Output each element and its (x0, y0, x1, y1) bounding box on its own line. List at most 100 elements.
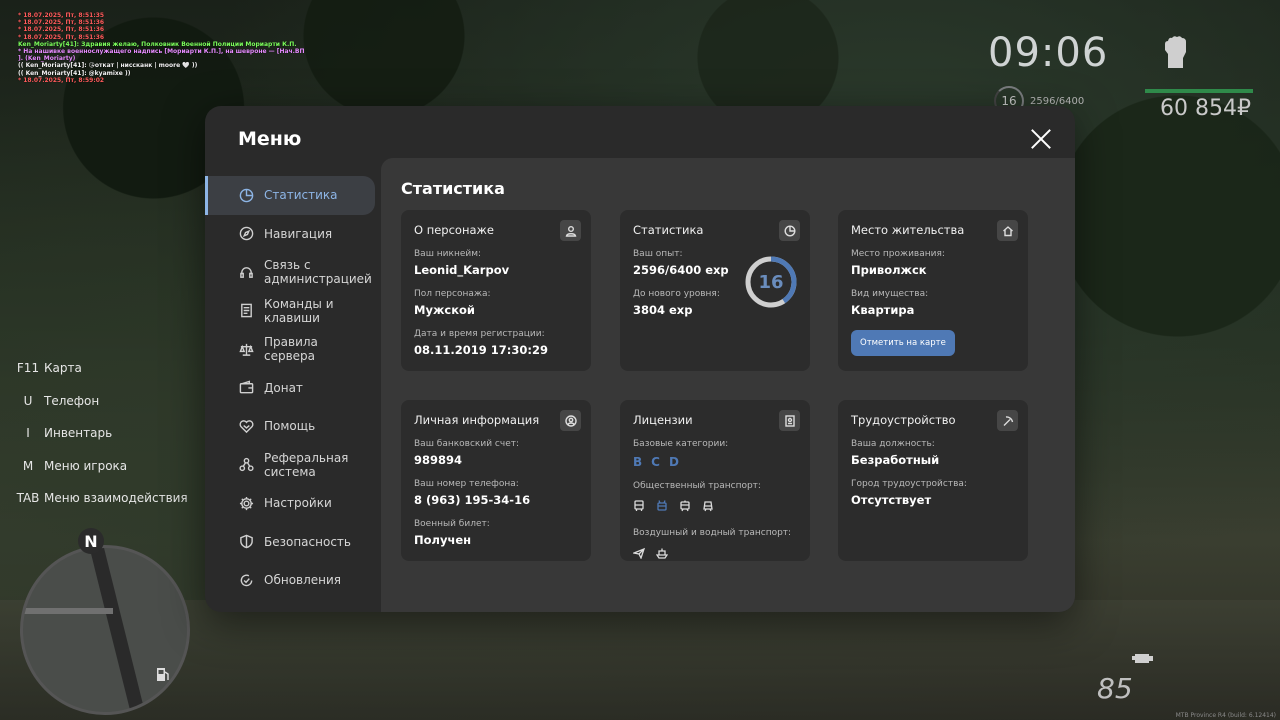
sidebar-item-commands[interactable]: Команды и клавиши (205, 292, 380, 331)
card-title: О персонаже (414, 223, 494, 237)
card-residence: Место жительства Место проживания: Приво… (838, 210, 1028, 371)
keybind-action: Инвентарь (44, 426, 113, 441)
id-badge-icon (779, 410, 800, 431)
headset-icon (238, 264, 254, 280)
key-label: I (26, 426, 30, 441)
chat-line: * 18.07.2025, Пт, 8:51:36 (18, 26, 105, 34)
sidebar-item-navigation[interactable]: Навигация (205, 215, 380, 254)
field-label: Дата и время регистрации: (414, 329, 545, 339)
military-id-value: Получен (414, 533, 472, 547)
card-title: Статистика (633, 223, 704, 237)
speedometer: 85 (1097, 672, 1133, 705)
field-label: Пол персонажа: (414, 289, 491, 299)
handshake-icon (238, 418, 254, 434)
ship-icon (655, 544, 669, 563)
sidebar-item-security[interactable]: Безопасность (205, 523, 380, 562)
gender-value: Мужской (414, 303, 475, 317)
game-menu-window: Меню Статистика Навигация Связь с админи… (205, 106, 1075, 612)
trolleybus-icon (656, 497, 668, 516)
document-icon (238, 303, 254, 319)
hud-clock: 09:06 (988, 30, 1109, 76)
wallet-icon (238, 380, 254, 396)
sidebar-item-label: Связь с администрацией (264, 258, 372, 287)
shield-icon (238, 534, 254, 550)
keybind-hints: F11 Карта U Телефон I Инвентарь M Меню игрок… (12, 352, 188, 515)
refresh-check-icon (238, 572, 254, 588)
chart-pie-icon (238, 187, 254, 203)
keybind-item: F11 Карта (12, 352, 188, 385)
minimap-road (88, 548, 148, 712)
license-category: B (633, 455, 643, 469)
hud-exp: 2596/6400 (1030, 95, 1085, 107)
field-label: Воздушный и водный транспорт: (633, 528, 792, 538)
card-employment: Трудоустройство Ваша должность: Безработ… (838, 400, 1028, 561)
card-title: Лицензии (633, 413, 693, 427)
nickname-value: Leonid_Karpov (414, 263, 510, 277)
keybind-item: M Меню игрока (12, 450, 188, 483)
fist-icon (1160, 34, 1196, 74)
network-icon (238, 457, 254, 473)
minimap-road (23, 608, 113, 614)
pickaxe-icon (997, 410, 1018, 431)
engine-icon (1132, 650, 1154, 664)
sidebar-item-label: Обновления (264, 573, 342, 588)
sidebar-item-statistics[interactable]: Статистика (205, 176, 375, 215)
field-label: Ваш никнейм: (414, 249, 482, 259)
sidebar-item-settings[interactable]: Настройки (205, 484, 380, 523)
chat-line: (( Ken_Moriarty[41]: @kyamixe )) (18, 69, 131, 77)
registration-value: 08.11.2019 17:30:29 (414, 343, 548, 357)
sidebar-item-label: Команды и клавиши (264, 296, 334, 325)
fuel-icon (156, 666, 170, 682)
chart-pie-icon (779, 220, 800, 241)
card-statistics: Статистика Ваш опыт: 2596/6400 exp До но… (620, 210, 810, 371)
field-label: Город трудоустройства: (851, 479, 967, 489)
sidebar-item-referral[interactable]: Реферальная система (205, 446, 380, 485)
sidebar-item-label: Правила сервера (264, 335, 318, 364)
level-progress-ring: 16 (744, 255, 798, 309)
card-personal-info: Личная информация Ваш банковский счет: 9… (401, 400, 591, 561)
bus-icon (633, 497, 645, 516)
key-label: U (23, 393, 33, 408)
keybind-item: U Телефон (12, 385, 188, 418)
keybind-action: Телефон (44, 393, 100, 408)
sidebar-item-label: Статистика (264, 188, 338, 203)
card-licenses: Лицензии Базовые категории: B C D Общест… (620, 400, 810, 561)
sidebar-item-label: Помощь (264, 419, 316, 434)
sidebar-item-label: Реферальная система (264, 450, 349, 479)
chat-line: Ken_Moriarty[41]: Здравия желаю, Полковн… (18, 40, 297, 48)
card-character: О персонаже Ваш никнейм: Leonid_Karpov П… (401, 210, 591, 371)
card-title: Трудоустройство (851, 413, 956, 427)
card-title: Личная информация (414, 413, 540, 427)
airplane-icon (631, 544, 646, 563)
house-icon (997, 220, 1018, 241)
north-indicator: N (78, 528, 104, 554)
field-label: Общественный транспорт: (633, 481, 761, 491)
keybind-item: TAB Меню взаимодействия (12, 482, 188, 515)
sidebar-item-label: Донат (264, 380, 303, 395)
field-label: Ваш номер телефона: (414, 479, 519, 489)
property-value: Квартира (851, 303, 915, 317)
employment-city-value: Отсутствует (851, 493, 932, 507)
keybind-action: Меню взаимодействия (44, 491, 188, 506)
sidebar-item-rules[interactable]: Правила сервера (205, 330, 380, 369)
sidebar-item-updates[interactable]: Обновления (205, 561, 380, 600)
sidebar-item-label: Настройки (264, 496, 332, 511)
sidebar-item-help[interactable]: Помощь (205, 407, 380, 446)
gear-icon (238, 495, 254, 511)
license-category: D (668, 455, 679, 469)
card-title: Место жительства (851, 223, 965, 237)
sidebar-item-admin-contact[interactable]: Связь с администрацией (205, 253, 380, 292)
mark-on-map-button[interactable]: Отметить на карте (851, 330, 955, 356)
sidebar-item-donate[interactable]: Донат (205, 369, 380, 408)
user-icon (560, 220, 581, 241)
train-icon (702, 497, 714, 516)
close-icon[interactable] (1028, 126, 1054, 152)
user-circle-icon (560, 410, 581, 431)
license-category: C (651, 455, 660, 469)
menu-sidebar: Статистика Навигация Связь с администрац… (205, 176, 380, 600)
chat-line: * 18.07.2025, Пт, 8:51:36 (18, 33, 105, 41)
compass-icon (238, 226, 254, 242)
health-bar (1145, 89, 1253, 93)
chat-line: (( Ken_Moriarty[41]: 😘откат | ниссканк |… (18, 62, 198, 70)
public-transport-icons (633, 497, 797, 516)
